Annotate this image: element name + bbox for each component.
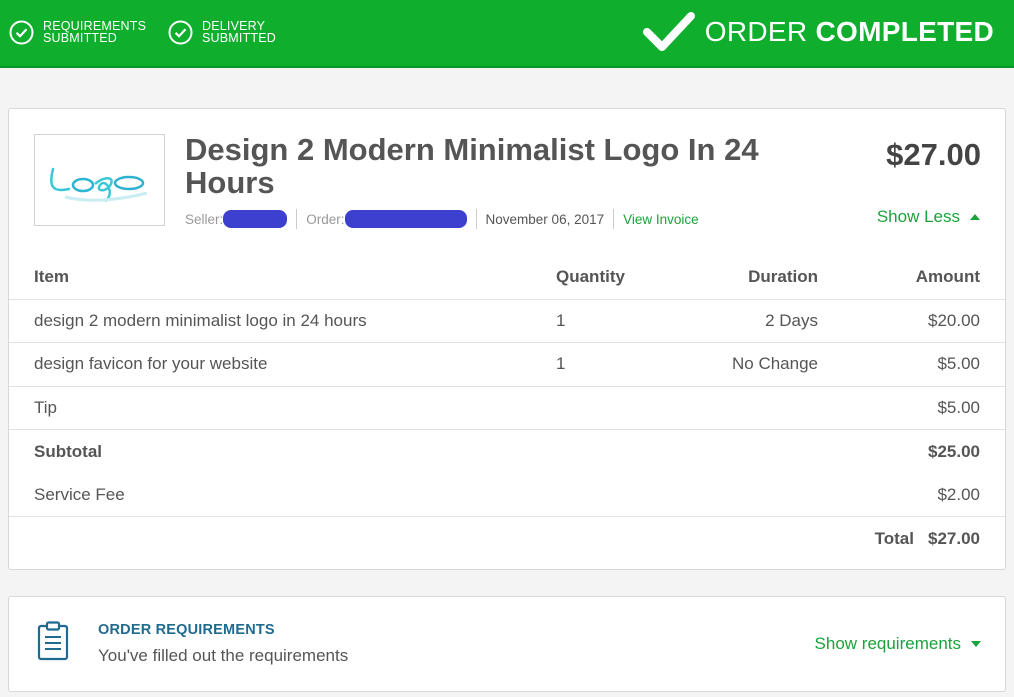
subtotal-label: Subtotal bbox=[9, 429, 556, 473]
order-label: Order: bbox=[306, 211, 345, 227]
order-status-text: ORDER COMPLETED bbox=[704, 16, 994, 47]
item-name: design favicon for your website bbox=[9, 342, 556, 386]
service-fee-row: Service Fee $2.00 bbox=[9, 473, 1005, 517]
step-label: DELIVERY SUBMITTED bbox=[202, 19, 277, 45]
caret-down-icon bbox=[971, 641, 981, 647]
step-requirements-submitted: REQUIREMENTS SUBMITTED bbox=[9, 18, 146, 46]
item-quantity: 1 bbox=[556, 298, 676, 343]
gig-thumbnail[interactable] bbox=[34, 134, 165, 226]
logo-thumbnail-image bbox=[35, 135, 164, 225]
view-invoice-link[interactable]: View Invoice bbox=[623, 209, 708, 229]
total-label: Total bbox=[874, 528, 914, 548]
caret-up-icon bbox=[970, 214, 980, 220]
item-name: design 2 modern minimalist logo in 24 ho… bbox=[9, 298, 556, 343]
item-amount: $20.00 bbox=[818, 298, 1005, 343]
subtotal-value: $25.00 bbox=[818, 429, 1005, 473]
order-completed-status: ORDER COMPLETED bbox=[642, 10, 994, 54]
item-duration bbox=[676, 385, 818, 430]
column-header-quantity: Quantity bbox=[556, 266, 625, 286]
order-meta: Seller: Order: November 06, 2017 View In… bbox=[185, 208, 717, 230]
total-row: Total $27.00 bbox=[9, 516, 1005, 560]
item-duration: No Change bbox=[676, 342, 818, 386]
total-cell: Total $27.00 bbox=[818, 516, 1005, 560]
order-price: $27.00 bbox=[886, 137, 981, 172]
item-amount: $5.00 bbox=[818, 385, 1005, 430]
order-requirements-card: ORDER REQUIREMENTS You've filled out the… bbox=[8, 596, 1006, 692]
clipboard-icon bbox=[37, 621, 69, 661]
show-requirements-label: Show requirements bbox=[814, 634, 961, 653]
table-header-row: Item Quantity Duration Amount bbox=[9, 255, 1005, 299]
order-summary-card: Design 2 Modern Minimalist Logo In 24 Ho… bbox=[8, 108, 1006, 570]
requirements-heading: ORDER REQUIREMENTS bbox=[98, 622, 275, 638]
table-row: design 2 modern minimalist logo in 24 ho… bbox=[9, 298, 1005, 343]
table-row: Tip $5.00 bbox=[9, 385, 1005, 430]
column-header-duration: Duration bbox=[748, 266, 818, 286]
checkmark-icon bbox=[642, 12, 695, 51]
item-quantity bbox=[556, 385, 676, 430]
service-fee-label: Service Fee bbox=[34, 484, 125, 504]
redacted-seller-name bbox=[223, 210, 288, 228]
item-name: Tip bbox=[9, 385, 556, 430]
order-items-table: Item Quantity Duration Amount design 2 m… bbox=[9, 255, 1005, 560]
order-number-info: Order: bbox=[306, 209, 477, 229]
step-delivery-submitted: DELIVERY SUBMITTED bbox=[168, 18, 276, 46]
seller-info: Seller: bbox=[185, 209, 298, 229]
show-less-toggle[interactable]: Show Less bbox=[877, 207, 980, 227]
order-date: November 06, 2017 bbox=[486, 209, 615, 229]
table-row: design favicon for your website 1 No Cha… bbox=[9, 342, 1005, 386]
item-quantity: 1 bbox=[556, 342, 676, 386]
order-status-banner: REQUIREMENTS SUBMITTED DELIVERY SUBMITTE… bbox=[0, 0, 1014, 68]
column-header-item: Item bbox=[34, 266, 69, 286]
column-header-amount: Amount bbox=[915, 266, 980, 286]
step-label: REQUIREMENTS SUBMITTED bbox=[43, 19, 147, 45]
service-fee-value: $2.00 bbox=[937, 484, 980, 504]
item-amount: $5.00 bbox=[818, 342, 1005, 386]
redacted-order-number bbox=[344, 210, 467, 228]
requirements-subtitle: You've filled out the requirements bbox=[98, 646, 349, 665]
show-requirements-toggle[interactable]: Show requirements bbox=[815, 634, 981, 654]
subtotal-row: Subtotal $25.00 bbox=[9, 429, 1005, 473]
total-value: $27.00 bbox=[928, 528, 980, 548]
check-circle-icon bbox=[168, 20, 193, 44]
show-less-label: Show Less bbox=[876, 207, 960, 226]
item-duration: 2 Days bbox=[676, 298, 818, 343]
gig-title[interactable]: Design 2 Modern Minimalist Logo In 24 Ho… bbox=[185, 133, 805, 199]
seller-label: Seller: bbox=[185, 211, 224, 227]
check-circle-icon bbox=[9, 20, 34, 44]
